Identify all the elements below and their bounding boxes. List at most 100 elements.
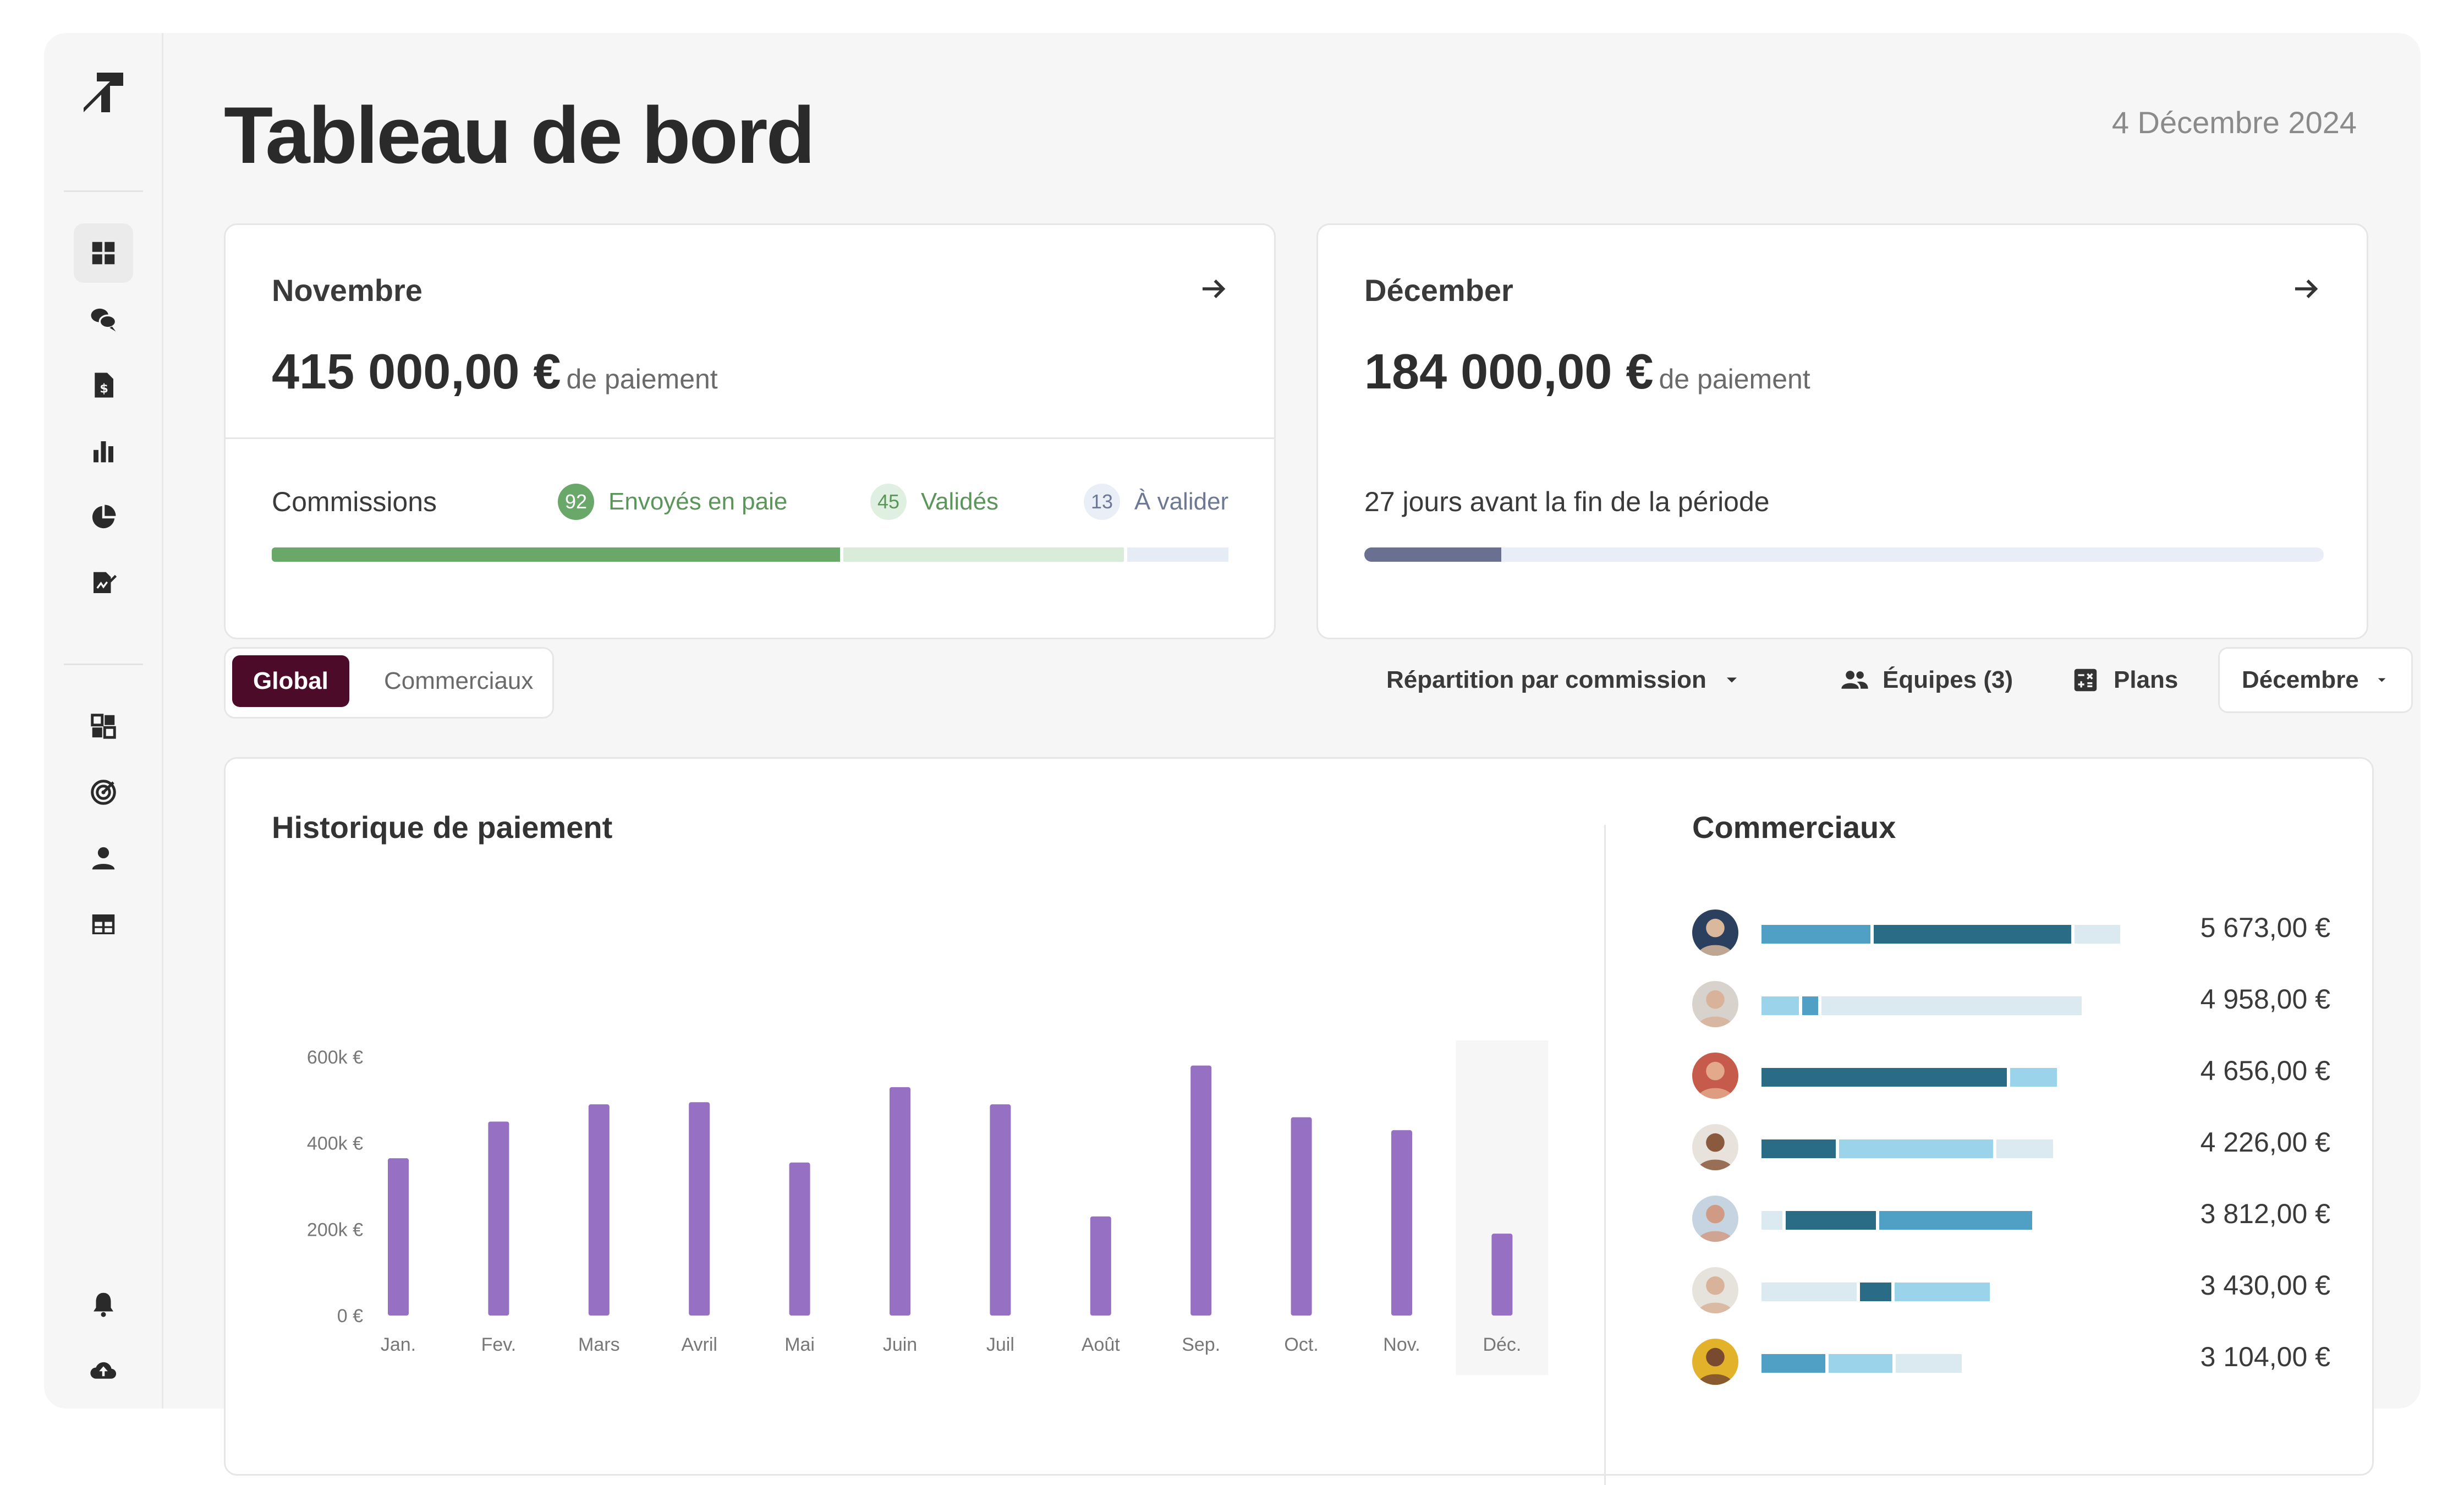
salesman-bar-segment [1879, 1211, 2032, 1230]
chart-bar[interactable] [890, 1087, 910, 1316]
sidebar-item-invoices[interactable]: $ [74, 355, 133, 415]
month-select[interactable]: Décembre [2218, 647, 2413, 713]
amount-suffix: de paiement [1659, 364, 1810, 394]
x-tick-label: Avril [681, 1334, 717, 1355]
legend-pending: 13 À valider [1084, 484, 1228, 520]
legend-validated: 45 Validés [870, 484, 998, 520]
sidebar-item-dashboard[interactable] [74, 223, 133, 283]
chart-bar[interactable] [1391, 1130, 1412, 1316]
x-tick-label: Sep. [1182, 1334, 1220, 1355]
chart-bar[interactable] [388, 1158, 409, 1316]
plans-filter[interactable]: Plans [2071, 647, 2178, 713]
chart-bar[interactable] [588, 1104, 610, 1316]
x-tick-label: Mars [578, 1334, 620, 1355]
salesman-bar-segment [2074, 925, 2120, 944]
sidebar-item-analytics[interactable] [74, 487, 133, 547]
arrow-right-icon[interactable] [1197, 272, 1230, 305]
chart-bar[interactable] [1291, 1117, 1312, 1316]
salesman-amount: 3 430,00 € [2200, 1270, 2330, 1301]
x-tick-label: Mai [784, 1334, 815, 1355]
table-icon [92, 914, 115, 934]
section-divider [1604, 825, 1606, 1485]
salesman-amount: 3 812,00 € [2200, 1198, 2330, 1229]
y-tick-label: 200k € [307, 1219, 363, 1240]
x-tick-label: Jan. [381, 1334, 416, 1355]
legend-label: À valider [1134, 488, 1229, 515]
chart-bar[interactable] [789, 1162, 810, 1316]
repartition-dropdown[interactable]: Répartition par commission [1386, 647, 1742, 713]
teams-filter[interactable]: Équipes (3) [1840, 647, 2013, 713]
avatar [1692, 909, 1738, 956]
chart-bar[interactable] [488, 1121, 509, 1316]
sidebar-item-widgets[interactable] [74, 697, 133, 756]
salesman-bar [1761, 1211, 2035, 1230]
salesman-bar [1761, 1139, 2056, 1158]
sign-document-icon [94, 572, 117, 593]
widgets-icon [91, 714, 116, 739]
highlight-column [1456, 1040, 1549, 1375]
payment-amount: 184 000,00 € de paiement [1364, 344, 1810, 401]
salesman-bar-segment [1894, 1283, 1990, 1301]
main-content: Tableau de bord 4 Décembre 2024 Novembre… [162, 33, 2421, 1485]
x-tick-label: Août [1082, 1334, 1120, 1355]
chart-bar[interactable] [689, 1102, 710, 1316]
salesman-row[interactable]: 5 673,00 € [1692, 906, 2330, 956]
caret-down-icon [1726, 677, 1737, 683]
chart-bar[interactable] [1491, 1234, 1513, 1316]
period-progress-fill [1364, 547, 1502, 562]
sidebar-item-tables[interactable] [74, 895, 133, 954]
sidebar-item-users[interactable] [74, 829, 133, 888]
page-title: Tableau de bord [224, 90, 815, 180]
x-tick-label: Nov. [1383, 1334, 1420, 1355]
commissions-progress-bar [272, 547, 1231, 562]
tab-commerciaux[interactable]: Commerciaux [363, 655, 554, 707]
salesman-bar-segment [1761, 1283, 1857, 1301]
salesman-bar-segment [1821, 996, 2082, 1015]
sidebar-item-notifications[interactable] [74, 1274, 133, 1334]
salesman-bar [1761, 1068, 2060, 1087]
x-tick-label: Fev. [481, 1334, 517, 1355]
salesman-bar [1761, 1354, 1965, 1373]
teams-label: Équipes (3) [1883, 666, 2013, 693]
salesman-amount: 5 673,00 € [2200, 912, 2330, 943]
y-tick-label: 0 € [337, 1306, 363, 1327]
card-november[interactable]: Novembre 415 000,00 € de paiement Commiss… [224, 223, 1276, 639]
salesman-bar-segment [1860, 1283, 1891, 1301]
overview-card: Historique de paiement 0 € 200k € 400k € 60… [224, 757, 2374, 1485]
salesman-bar-segment [1839, 1139, 1993, 1158]
bar-chart-icon [94, 441, 113, 463]
salesman-row[interactable]: 4 958,00 € [1692, 978, 2330, 1027]
salesman-row[interactable]: 4 656,00 € [1692, 1049, 2330, 1099]
salesman-bar [1761, 996, 2085, 1015]
salesman-row[interactable]: 3 812,00 € [1692, 1192, 2330, 1242]
salesman-row[interactable]: 3 430,00 € [1692, 1264, 2330, 1313]
card-december[interactable]: Décember 184 000,00 € de paiement 27 jour… [1316, 223, 2368, 639]
brand-logo[interactable] [77, 66, 130, 119]
chart-bar[interactable] [990, 1104, 1011, 1316]
avatar [1692, 981, 1738, 1027]
pending-count-badge: 13 [1084, 484, 1120, 520]
sidebar-item-upload[interactable] [74, 1340, 133, 1400]
sidebar-item-messages[interactable] [74, 289, 133, 349]
arrow-right-icon[interactable] [2290, 272, 2323, 305]
caret-down-icon [2378, 678, 2386, 682]
sidebar-item-reports[interactable] [74, 421, 133, 481]
chart-bar[interactable] [1190, 1065, 1212, 1316]
salesman-bar-segment [1761, 1211, 1783, 1230]
salesman-row[interactable]: 4 226,00 € [1692, 1121, 2330, 1170]
avatar [1692, 1267, 1738, 1313]
salesman-amount: 3 104,00 € [2200, 1341, 2330, 1372]
salesman-amount: 4 226,00 € [2200, 1127, 2330, 1158]
sidebar-item-goals[interactable] [74, 763, 133, 822]
plans-label: Plans [2114, 666, 2178, 693]
salesman-row[interactable]: 3 104,00 € [1692, 1335, 2330, 1385]
commission-progress-segment [843, 547, 1124, 562]
chart-bar[interactable] [1090, 1216, 1111, 1316]
sidebar-item-contracts[interactable] [74, 554, 133, 613]
tab-global[interactable]: Global [232, 655, 349, 707]
commissions-label: Commissions [272, 486, 437, 517]
salesmen-title: Commerciaux [1692, 810, 1896, 845]
sent-count-badge: 92 [558, 484, 594, 520]
period-remaining-text: 27 jours avant la fin de la période [1364, 486, 1770, 517]
salesman-bar [1761, 1283, 1993, 1301]
